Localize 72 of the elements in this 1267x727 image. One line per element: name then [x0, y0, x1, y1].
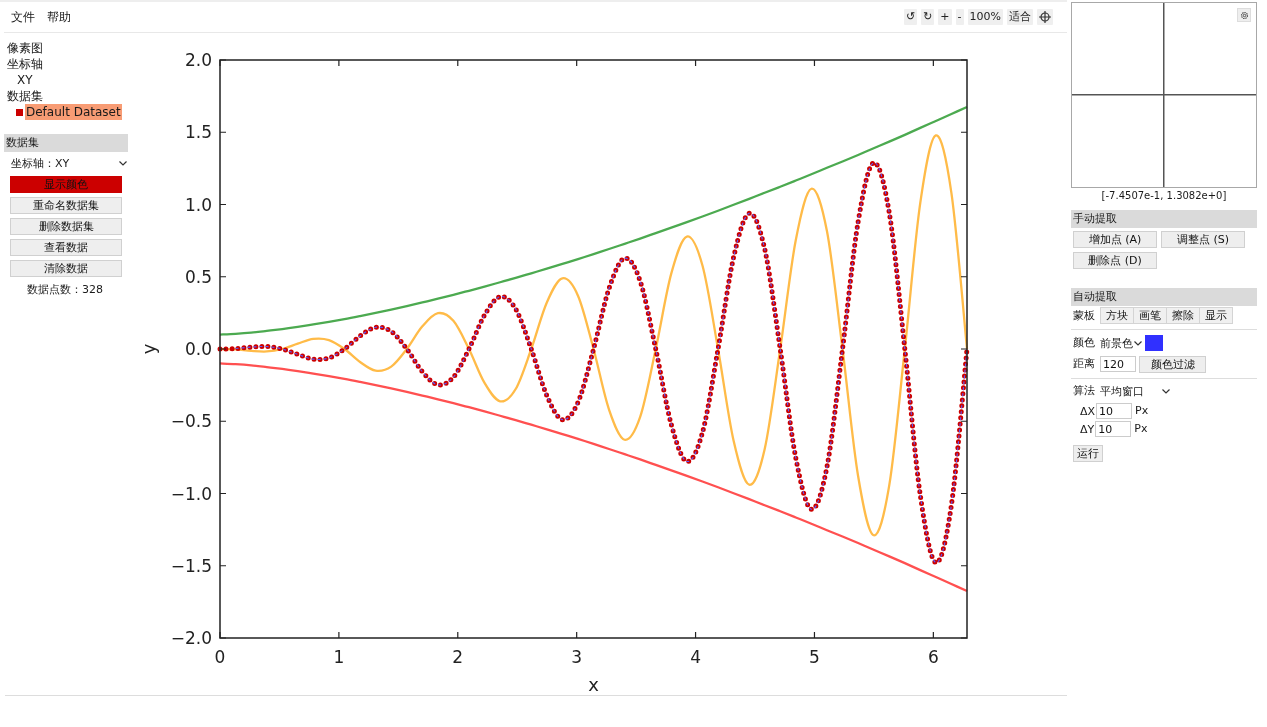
mask-tool-button[interactable]: 显示 — [1199, 307, 1233, 324]
tick-label: 0.0 — [184, 339, 212, 359]
panel-button[interactable]: 清除数据 — [10, 260, 122, 277]
point-count: 数据点数：328 — [26, 283, 104, 297]
tick-label: 6 — [927, 647, 939, 667]
tick-label: −0.5 — [170, 411, 212, 432]
panel-button[interactable]: 增加点 (A) — [1073, 231, 1157, 248]
algorithm-label: 算法 — [1073, 383, 1095, 399]
menu-item[interactable]: 帮助 — [47, 9, 71, 25]
panel-button[interactable]: 查看数据 — [10, 239, 122, 256]
run-button[interactable]: 运行 — [1073, 445, 1103, 462]
gear-icon — [1239, 10, 1249, 20]
crosshair-button[interactable] — [1037, 9, 1053, 25]
tree-item[interactable]: Default Dataset — [25, 104, 122, 120]
caret-icon — [1162, 388, 1170, 394]
tick-label: 0.5 — [184, 266, 212, 287]
param-label: ΔX — [1080, 404, 1096, 418]
panel-button[interactable]: 删除数据集 — [10, 218, 122, 235]
param-input[interactable]: 10 — [1096, 403, 1133, 419]
tick-label: 0 — [214, 647, 226, 667]
toolbar-button[interactable]: ↻ — [921, 9, 935, 25]
section-title: 手动提取 — [1071, 210, 1257, 228]
toolbar-button[interactable]: - — [955, 9, 964, 25]
tree-item[interactable]: 像素图 — [6, 40, 44, 56]
panel-button[interactable]: 重命名数据集 — [10, 197, 122, 214]
tick-label: 2.0 — [184, 50, 212, 70]
toolbar-button[interactable]: ↺ — [903, 9, 918, 25]
color-picker[interactable] — [1145, 335, 1163, 351]
param-label: ΔY — [1080, 422, 1095, 436]
menu-item[interactable]: 文件 — [11, 9, 35, 25]
axis-label: y — [140, 343, 159, 355]
mask-tool-button[interactable]: 擦除 — [1166, 307, 1200, 324]
distance-input[interactable]: 120 — [1100, 356, 1136, 372]
unit-label: Px — [1135, 403, 1149, 419]
caret-icon — [1134, 340, 1142, 346]
color-mode-select[interactable]: 前景色 — [1100, 335, 1142, 351]
tick-label: 4 — [690, 647, 701, 667]
panel-button[interactable]: 删除点 (D) — [1073, 252, 1157, 269]
axes-select[interactable]: XY — [55, 156, 127, 170]
mask-tool-button[interactable]: 画笔 — [1133, 307, 1167, 324]
tick-label: 3 — [571, 647, 583, 667]
toolbar-button[interactable]: 100% — [967, 9, 1003, 25]
section-title: 数据集 — [4, 134, 128, 152]
tick-label: −2.0 — [170, 628, 212, 648]
mask-tool-button[interactable]: 方块 — [1100, 307, 1134, 324]
axes-label: 坐标轴： — [11, 155, 55, 171]
mask-label: 蒙板 — [1073, 307, 1095, 324]
tree-item[interactable]: XY — [16, 72, 34, 88]
section-title: 自动提取 — [1071, 288, 1257, 306]
tick-label: 1 — [333, 647, 345, 667]
tick-label: 2 — [452, 647, 464, 667]
param-input[interactable]: 10 — [1095, 421, 1132, 437]
tree-item[interactable]: 数据集 — [6, 88, 44, 104]
crosshair-icon — [1039, 11, 1051, 23]
color-label: 颜色 — [1073, 335, 1095, 351]
axis-label: x — [588, 674, 599, 695]
toolbar-button[interactable]: 适合 — [1007, 9, 1033, 25]
toolbar-button[interactable]: + — [938, 9, 952, 25]
tick-label: −1.0 — [170, 483, 212, 504]
panel-button[interactable]: 颜色过滤 — [1139, 355, 1206, 373]
caret-icon — [119, 160, 127, 166]
algorithm-select[interactable]: 平均窗口 — [1100, 383, 1170, 399]
cursor-coordinates: [-7.4507e-1, 1.3082e+0] — [1100, 189, 1228, 203]
panel-button[interactable]: 调整点 (S) — [1161, 231, 1245, 248]
tick-label: 1.0 — [184, 194, 212, 215]
tick-label: 1.5 — [184, 122, 212, 143]
settings-button[interactable] — [1237, 8, 1251, 22]
unit-label: Px — [1134, 421, 1148, 437]
distance-label: 距离 — [1073, 356, 1095, 372]
tree-item[interactable]: 坐标轴 — [6, 56, 44, 72]
tick-label: −1.5 — [170, 555, 212, 576]
tick-label: 5 — [809, 647, 820, 667]
